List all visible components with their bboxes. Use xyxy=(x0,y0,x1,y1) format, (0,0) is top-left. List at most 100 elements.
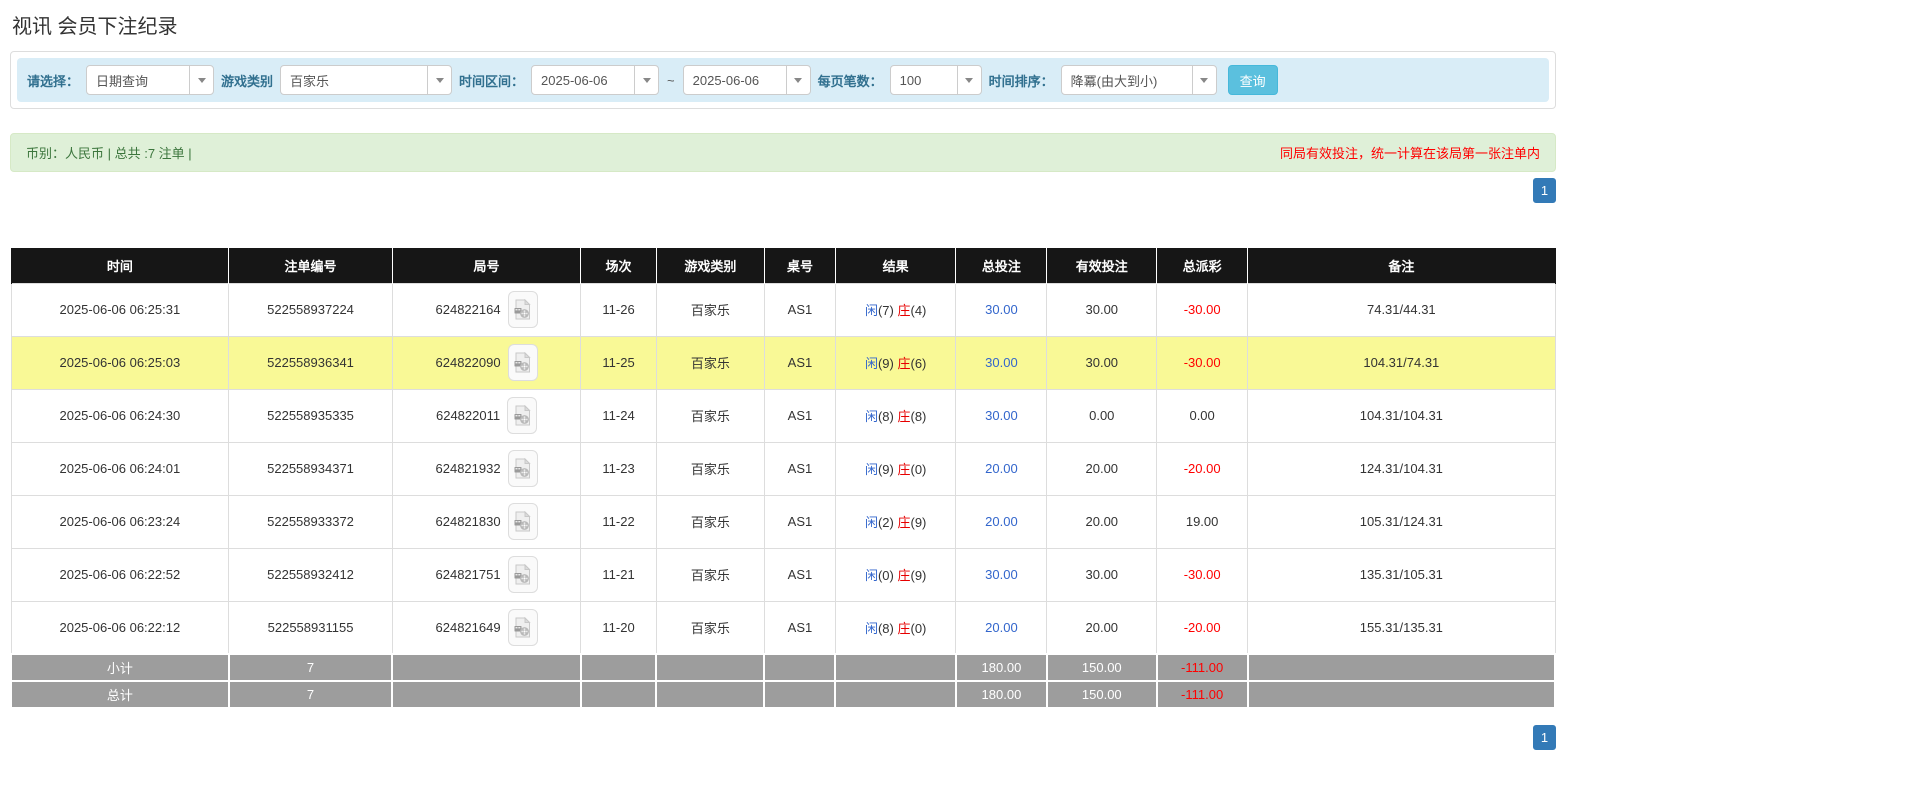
cell-round-id: 624822164 xyxy=(391,282,582,337)
cell-game-type: 百家乐 xyxy=(655,547,765,602)
query-type-label: 请选择： xyxy=(27,73,80,89)
game-type-select[interactable]: 百家乐 xyxy=(280,65,453,95)
result-player-score: (7) xyxy=(877,303,894,318)
chevron-down-icon[interactable] xyxy=(956,66,981,94)
result-banker-label: 庄 xyxy=(897,356,911,371)
cell-table-no: AS1 xyxy=(763,388,836,443)
chevron-down-icon[interactable] xyxy=(427,66,451,94)
video-replay-icon[interactable] xyxy=(507,503,538,540)
cell-session: 11-21 xyxy=(580,547,657,602)
cell-table-no: AS1 xyxy=(763,282,836,337)
video-replay-icon[interactable] xyxy=(507,344,538,381)
cell-payout: -20.00 xyxy=(1156,441,1249,496)
cell-table-no: AS1 xyxy=(763,441,836,496)
filter-panel: 请选择： 日期查询 游戏类别 百家乐 时间区间： 2025-06-06 ~ 20… xyxy=(10,51,1556,109)
round-id: 624821649 xyxy=(435,619,501,635)
result-banker-label: 庄 xyxy=(897,303,911,318)
cell-remark: 104.31/104.31 xyxy=(1247,388,1556,443)
result-player-label: 闲 xyxy=(864,409,878,424)
cell-payout: -30.00 xyxy=(1156,282,1249,337)
cell-remark: 74.31/44.31 xyxy=(1247,282,1556,337)
chevron-down-icon[interactable] xyxy=(634,66,658,94)
summary-note: 同局有效投注，统一计算在该局第一张注单内 xyxy=(1279,146,1540,161)
date-range-label: 时间区间： xyxy=(459,73,525,89)
pagination-top: 1 xyxy=(10,178,1556,203)
cell-session: 11-24 xyxy=(580,388,657,443)
search-button[interactable]: 查询 xyxy=(1227,65,1278,95)
query-type-value: 日期查询 xyxy=(96,73,149,89)
cell-payout: -20.00 xyxy=(1156,600,1249,655)
subtotal-label: 小计 xyxy=(10,653,230,682)
cell-payout: -30.00 xyxy=(1156,335,1249,390)
date-to-input[interactable]: 2025-06-06 xyxy=(682,65,811,95)
header-payout: 总派彩 xyxy=(1156,248,1249,283)
cell-table-no: AS1 xyxy=(763,335,836,390)
cell-total-bet: 20.00 xyxy=(955,494,1048,549)
cell-game-type: 百家乐 xyxy=(655,494,765,549)
cell-valid-bet: 30.00 xyxy=(1046,335,1158,390)
header-table-no: 桌号 xyxy=(763,248,836,283)
sort-order-select[interactable]: 降冪(由大到小) xyxy=(1060,65,1217,95)
result-player-label: 闲 xyxy=(864,462,878,477)
cell-bet-id: 522558937224 xyxy=(228,282,393,337)
video-replay-icon[interactable] xyxy=(507,291,538,328)
chevron-down-icon[interactable] xyxy=(1191,66,1216,94)
total-bet-link[interactable]: 30.00 xyxy=(985,567,1018,582)
result-player-score: (8) xyxy=(877,620,894,636)
header-result: 结果 xyxy=(834,248,957,283)
cell-bet-id: 522558931155 xyxy=(228,600,393,655)
total-bet-link[interactable]: 30.00 xyxy=(985,355,1018,370)
grand-total-label: 总计 xyxy=(10,680,230,709)
grand-valid-bet: 150.00 xyxy=(1045,680,1158,709)
cell-total-bet: 20.00 xyxy=(955,441,1048,496)
cell-total-bet: 30.00 xyxy=(955,282,1048,337)
page-1-button[interactable]: 1 xyxy=(1533,725,1556,750)
result-player-score: (8) xyxy=(877,409,894,424)
round-id: 624821751 xyxy=(435,567,501,582)
cell-payout: 19.00 xyxy=(1156,494,1249,549)
cell-valid-bet: 0.00 xyxy=(1046,388,1158,443)
page-content: 视讯 会员下注纪录 请选择： 日期查询 游戏类别 百家乐 时间区间： 2025-… xyxy=(10,10,1557,750)
header-session: 场次 xyxy=(580,248,657,283)
header-total-bet: 总投注 xyxy=(955,248,1048,283)
page-1-button[interactable]: 1 xyxy=(1533,178,1556,203)
cell-remark: 155.31/135.31 xyxy=(1247,600,1556,655)
video-replay-icon[interactable] xyxy=(507,556,538,593)
video-replay-icon[interactable] xyxy=(507,608,538,646)
grand-total-bet: 180.00 xyxy=(954,680,1048,709)
cell-total-bet: 30.00 xyxy=(955,388,1048,443)
cell-round-id: 624822011 xyxy=(391,388,582,443)
table-row: 2025-06-06 06:22:12 522558931155 6248216… xyxy=(10,600,1556,655)
video-replay-icon[interactable] xyxy=(507,450,538,487)
result-player-label: 闲 xyxy=(864,515,878,530)
result-banker-label: 庄 xyxy=(897,620,911,636)
table-row: 2025-06-06 06:25:03 522558936341 6248220… xyxy=(10,335,1556,390)
page-size-value: 100 xyxy=(899,72,922,88)
round-id: 624822011 xyxy=(435,408,501,423)
cell-remark: 105.31/124.31 xyxy=(1247,494,1556,549)
total-bet-link[interactable]: 30.00 xyxy=(985,302,1018,317)
cell-session: 11-22 xyxy=(580,494,657,549)
subtotal-count: 7 xyxy=(227,653,394,682)
video-replay-icon[interactable] xyxy=(507,397,538,434)
cell-time: 2025-06-06 06:23:24 xyxy=(10,494,230,549)
total-bet-link[interactable]: 20.00 xyxy=(985,514,1018,529)
chevron-down-icon[interactable] xyxy=(785,66,810,94)
page-size-input[interactable]: 100 xyxy=(889,65,982,95)
result-player-score: (9) xyxy=(877,356,894,371)
header-remark: 备注 xyxy=(1247,248,1556,283)
round-id: 624821830 xyxy=(435,514,501,529)
query-type-select[interactable]: 日期查询 xyxy=(86,65,215,95)
cell-remark: 104.31/74.31 xyxy=(1247,335,1556,390)
total-bet-link[interactable]: 20.00 xyxy=(985,461,1018,476)
total-bet-link[interactable]: 20.00 xyxy=(985,620,1018,635)
sort-order-label: 时间排序： xyxy=(988,73,1054,89)
header-bet-id: 注单编号 xyxy=(228,248,393,283)
cell-round-id: 624822090 xyxy=(391,335,582,390)
total-bet-link[interactable]: 30.00 xyxy=(985,408,1018,423)
grand-payout: -111.00 xyxy=(1155,680,1249,709)
chevron-down-icon[interactable] xyxy=(189,66,213,94)
cell-game-type: 百家乐 xyxy=(655,282,765,337)
result-player-score: (9) xyxy=(877,462,894,477)
date-from-input[interactable]: 2025-06-06 xyxy=(531,65,660,95)
